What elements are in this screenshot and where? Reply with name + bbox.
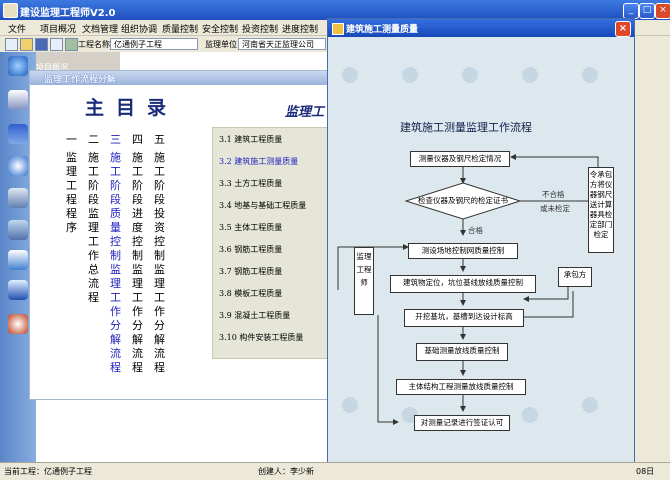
main-window-title: 建设监理工程师V2.0 — [20, 8, 116, 19]
quality-item-list: 3.1 建筑工程质量 3.2 建筑施工测量质量 3.3 土方工程质量 3.4 地… — [212, 127, 340, 359]
status-creator: 创建人：李少新 — [258, 467, 314, 476]
step-main-structure: 主体结构工程测量放线质量控制 — [396, 379, 526, 395]
status-bar: 当前工程：亿通例子工程 创建人：李少新 08日 — [0, 462, 670, 480]
pass-label: 合格 — [468, 226, 483, 235]
status-current-project: 当前工程：亿通例子工程 — [4, 467, 92, 476]
print-icon[interactable] — [50, 38, 63, 51]
tools-icon[interactable] — [8, 124, 28, 144]
quality-item[interactable]: 3.3 土方工程质量 — [219, 178, 282, 189]
unverified-label: 或未检定 — [540, 204, 570, 213]
person-icon[interactable] — [8, 188, 28, 208]
flow-window-titlebar: 监理工作流程分解 — [30, 71, 338, 85]
catalog-num-4: 四 — [132, 133, 143, 146]
right-workspace — [630, 52, 670, 462]
quality-item[interactable]: 3.5 主体工程质量 — [219, 222, 282, 233]
catalog-num-3: 三 — [110, 133, 121, 146]
book-icon[interactable] — [8, 280, 28, 300]
app-icon — [3, 3, 18, 18]
open-folder-icon[interactable] — [20, 38, 33, 51]
catalog-item-4[interactable]: 施工阶段进度控制监理工作分解流程 — [132, 151, 144, 375]
flowchart-canvas: 建筑施工测量监理工作流程 测量仪器及钢尺检定情况 检查仪器及钢尺的检定证书 测设… — [328, 37, 634, 463]
maximize-button[interactable]: □ — [639, 3, 655, 19]
calibration-box: 令承包方将仪器钢尺送计算器具检定部门检定 — [588, 167, 614, 253]
close-main-button[interactable]: × — [655, 3, 670, 19]
step-foundation-layout: 基础测量放线质量控制 — [416, 343, 508, 361]
contractor-box: 承包方 — [558, 267, 592, 287]
catalog-item-2[interactable]: 施工阶段监理工作总流程 — [88, 151, 100, 305]
tool-icon[interactable] — [65, 38, 78, 51]
project-name-field[interactable]: 亿通例子工程 — [110, 38, 198, 50]
status-date: 08日 — [636, 467, 655, 476]
menu-safety[interactable]: 安全控制 — [202, 22, 238, 35]
document-icon[interactable] — [8, 90, 28, 110]
catalog-num-1: 一 — [66, 133, 77, 146]
line-chart-icon[interactable] — [8, 250, 28, 270]
project-name-label: 工程名称 — [78, 40, 110, 49]
supervision-unit-field[interactable]: 河南省天正监理公司 — [238, 38, 326, 50]
flow-window-title: 监理工作流程分解 — [44, 75, 117, 85]
window-icon — [332, 23, 344, 35]
building-icon[interactable] — [8, 220, 28, 240]
menu-coordination[interactable]: 组织协调 — [121, 22, 157, 35]
catalog-num-2: 二 — [88, 133, 99, 146]
menu-project-overview[interactable]: 项目概况 — [40, 22, 76, 35]
step-instrument-check: 测量仪器及钢尺检定情况 — [410, 151, 510, 167]
workspace-background — [120, 52, 330, 70]
globe-icon[interactable] — [8, 56, 28, 76]
quality-item[interactable]: 3.1 建筑工程质量 — [219, 134, 282, 145]
quality-item[interactable]: 3.9 混凝土工程质量 — [219, 310, 290, 321]
main-catalog-heading: 主目录 — [85, 97, 179, 119]
save-icon[interactable] — [35, 38, 48, 51]
catalog-item-1[interactable]: 监理工程程序 — [66, 151, 78, 235]
quality-item[interactable]: 3.7 钢筋工程质量 — [219, 266, 282, 277]
menu-investment[interactable]: 投资控制 — [242, 22, 278, 35]
supervisor-box: 监理工程师 — [354, 247, 374, 315]
decision-certificate-check: 检查仪器及钢尺的检定证书 — [418, 196, 508, 205]
menu-document[interactable]: 文档管理 — [82, 22, 118, 35]
catalog-item-3[interactable]: 施工阶段质量控制监理工作分解流程 — [110, 151, 122, 375]
minimize-button[interactable]: _ — [623, 3, 639, 19]
close-circle-icon[interactable] — [8, 314, 28, 334]
survey-window-titlebar: 建筑施工测量质量 × — [328, 19, 634, 37]
step-building-positioning: 建筑物定位，坑位基线放线质量控制 — [390, 275, 536, 293]
catalog-item-5[interactable]: 施工阶段投资控制监理工作分解流程 — [154, 151, 166, 375]
menu-file[interactable]: 文件 — [8, 22, 26, 35]
sub-heading: 监理工 — [285, 105, 325, 120]
catalog-num-5: 五 — [154, 133, 165, 146]
quality-item[interactable]: 3.10 构件安装工程质量 — [219, 332, 303, 343]
quality-item-selected[interactable]: 3.2 建筑施工测量质量 — [219, 156, 298, 167]
step-excavation: 开挖基坑，基槽到达设计标高 — [404, 309, 524, 327]
quality-item[interactable]: 3.6 钢筋工程质量 — [219, 244, 282, 255]
close-icon[interactable]: × — [615, 21, 631, 37]
quality-item[interactable]: 3.4 地基与基础工程质量 — [219, 200, 306, 211]
flow-breakdown-window: 监理工作流程分解 主目录 监理工 一 监理工程程序 二 施工阶段监理工作总流程 … — [29, 70, 340, 400]
survey-quality-window: 建筑施工测量质量 × 建筑施工测量监理工作流程 测量仪器及钢尺检定情况 检查仪器… — [327, 18, 635, 464]
quality-item[interactable]: 3.8 模板工程质量 — [219, 288, 282, 299]
main-title-bar: 建设监理工程师V2.0 _ □ × — [0, 0, 670, 20]
fail-label: 不合格 — [542, 190, 565, 199]
workspace-background-lower — [36, 398, 328, 462]
step-control-network: 测设场地控制网质量控制 — [408, 243, 518, 259]
chart-pie-icon[interactable] — [8, 156, 28, 176]
survey-window-title: 建筑施工测量质量 — [346, 25, 419, 35]
supervision-unit-label: 监理单位 — [205, 40, 237, 49]
flow-window-body: 主目录 监理工 一 监理工程程序 二 施工阶段监理工作总流程 三 施工阶段质量控… — [30, 85, 340, 399]
menu-schedule[interactable]: 进度控制 — [282, 22, 318, 35]
step-record-certify: 对测量记录进行签证认可 — [414, 415, 510, 431]
new-icon[interactable] — [5, 38, 18, 51]
menu-quality[interactable]: 质量控制 — [162, 22, 198, 35]
